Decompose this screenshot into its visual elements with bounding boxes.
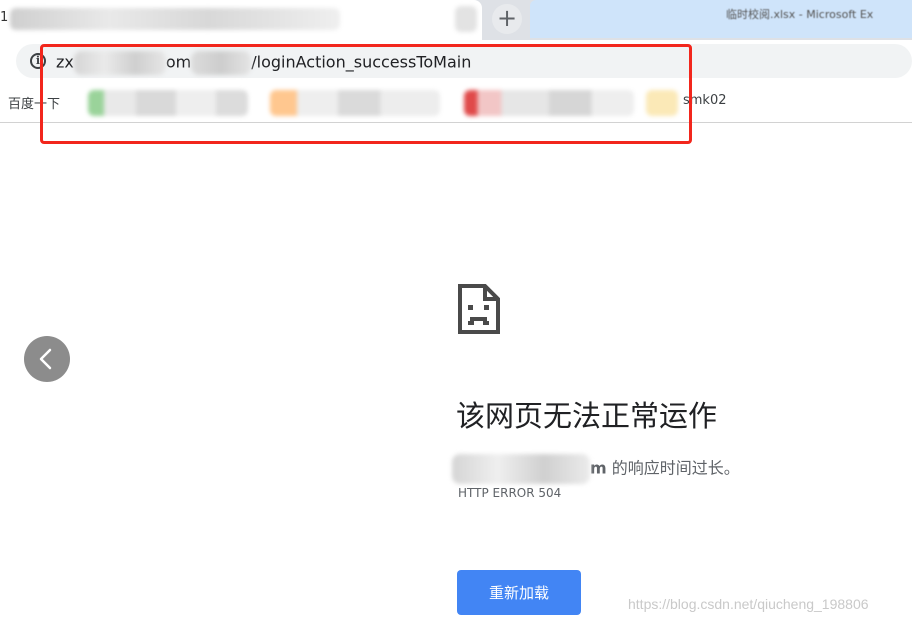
error-message: 的响应时间过长。 xyxy=(606,458,740,478)
address-bar[interactable]: i zx om/loginAction_successToMain xyxy=(16,44,912,78)
inactive-tab-title: 临时校阅.xlsx - Microsoft Ex xyxy=(726,8,874,21)
chevron-left-icon xyxy=(39,348,52,370)
active-tab[interactable]: 1 xyxy=(0,0,482,40)
url-prefix: zx xyxy=(56,52,74,72)
url-mid: om xyxy=(165,52,192,72)
info-icon[interactable]: i xyxy=(30,53,46,69)
reload-button[interactable]: 重新加载 xyxy=(457,570,581,615)
redacted-bookmark-4[interactable] xyxy=(646,90,678,116)
bookmarks-bar: 百度一下 smk02 xyxy=(0,84,912,123)
sad-page-icon xyxy=(458,284,500,334)
error-code: HTTP ERROR 504 xyxy=(458,486,562,500)
error-description: m 的响应时间过长。 xyxy=(452,454,740,484)
redacted-host xyxy=(452,454,590,484)
tab-strip: 1 + 临时校阅.xlsx - Microsoft Ex xyxy=(0,0,912,40)
redacted-bookmark-3[interactable] xyxy=(464,90,634,116)
plus-icon: + xyxy=(496,4,518,32)
redacted-bookmark-2[interactable] xyxy=(270,90,440,116)
redacted-tab-title-tail xyxy=(455,6,477,32)
inactive-tab[interactable]: 临时校阅.xlsx - Microsoft Ex xyxy=(530,0,912,38)
toolbar: i zx om/loginAction_successToMain xyxy=(0,40,912,84)
active-tab-title: 1 xyxy=(0,10,9,25)
url-redacted-1 xyxy=(73,51,166,75)
error-title: 该网页无法正常运作 xyxy=(456,399,718,433)
bookmark-smk02[interactable]: smk02 xyxy=(683,93,727,108)
new-tab-button[interactable]: + xyxy=(492,4,522,34)
url-path: /loginAction_successToMain xyxy=(251,52,472,72)
redacted-bookmark-1[interactable] xyxy=(88,90,248,116)
redacted-tab-title xyxy=(10,8,340,30)
error-host: m xyxy=(590,458,607,478)
url-redacted-2 xyxy=(191,51,252,75)
back-navigation-button[interactable] xyxy=(24,336,70,382)
url-text[interactable]: zx om/loginAction_successToMain xyxy=(56,51,471,75)
watermark: https://blog.csdn.net/qiucheng_198806 xyxy=(628,596,869,612)
bookmark-baidu[interactable]: 百度一下 xyxy=(8,93,60,112)
